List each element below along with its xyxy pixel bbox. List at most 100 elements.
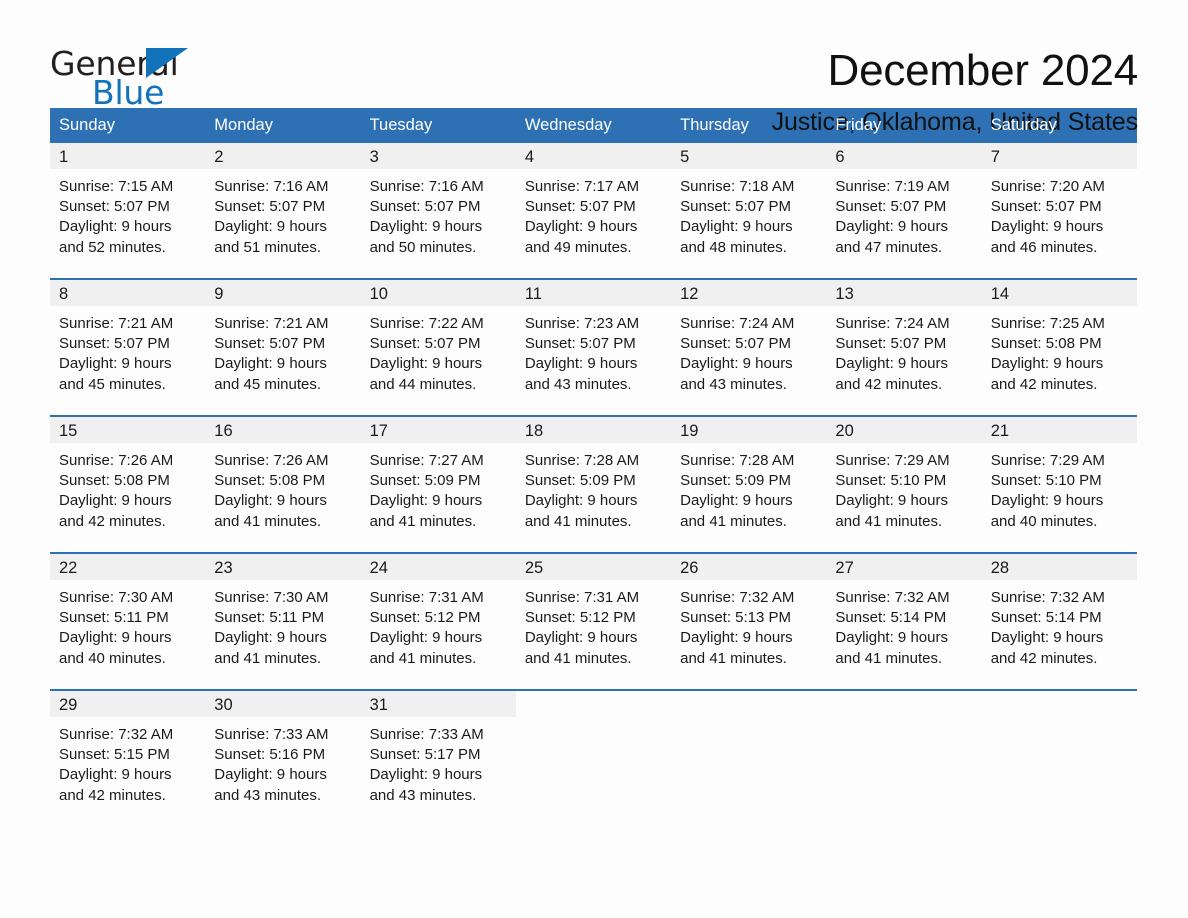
daylight-text-line1: Daylight: 9 hours: [524, 218, 638, 236]
sunrise-text: Sunrise: 7:30 AM: [59, 589, 174, 606]
sunset-text: Sunset: 5:07 PM: [59, 335, 170, 353]
calendar-day-cell[interactable]: 19 Sunrise: 7:28 AM Sunset: 5:09 PM Dayligh…: [671, 417, 827, 552]
day-number: 1: [50, 143, 206, 169]
calendar-day-cell[interactable]: 7 Sunrise: 7:20 AM Sunset: 5:07 PM Daylight…: [981, 143, 1137, 278]
daylight-text-line1: Daylight: 9 hours: [369, 218, 483, 236]
calendar-day-cell[interactable]: 27 Sunrise: 7:32 AM Sunset: 5:14 PM Dayligh…: [826, 554, 982, 689]
calendar-day-cell[interactable]: 12 Sunrise: 7:24 AM Sunset: 5:07 PM Dayligh…: [671, 280, 827, 415]
weekday-header-row: Sunday Monday Tuesday Wednesday Thursday…: [50, 108, 1137, 143]
sunrise-text: Sunrise: 7:31 AM: [524, 589, 640, 606]
weekday-header-saturday: Saturday: [990, 116, 1057, 134]
calendar-day-cell[interactable]: 15 Sunrise: 7:26 AM Sunset: 5:08 PM Dayligh…: [50, 417, 206, 552]
day-details: Sunrise: 7:31 AM Sunset: 5:12 PM Daylight:…: [516, 580, 671, 669]
sunrise-text: Sunrise: 7:17 AM: [524, 178, 640, 195]
daylight-text-line2: and 41 minutes.: [680, 649, 787, 667]
calendar-day-cell[interactable]: 3 Sunrise: 7:16 AM Sunset: 5:07 PM Daylight…: [360, 143, 516, 278]
calendar-day-cell[interactable]: 8 Sunrise: 7:21 AM Sunset: 5:07 PM Daylight…: [50, 280, 206, 415]
day-number: 6: [826, 143, 982, 169]
day-number: 27: [826, 554, 982, 580]
day-number: 13: [826, 280, 982, 306]
sunrise-text: Sunrise: 7:29 AM: [990, 452, 1105, 469]
calendar-day-cell[interactable]: 30 Sunrise: 7:33 AM Sunset: 5:16 PM Dayligh…: [205, 691, 361, 804]
day-number: [826, 691, 981, 717]
calendar-day-cell[interactable]: 24 Sunrise: 7:31 AM Sunset: 5:12 PM Dayligh…: [360, 554, 516, 689]
sunrise-text: Sunrise: 7:32 AM: [835, 589, 950, 606]
calendar-day-cell[interactable]: 2 Sunrise: 7:16 AM Sunset: 5:07 PM Daylight…: [205, 143, 361, 278]
calendar-weeks: 1 Sunrise: 7:15 AM Sunset: 5:07 PM Daylight…: [50, 143, 1137, 804]
calendar-day-cell-empty: [826, 691, 981, 801]
calendar-day-cell[interactable]: 16 Sunrise: 7:26 AM Sunset: 5:08 PM Dayligh…: [205, 417, 361, 552]
daylight-text-line1: Daylight: 9 hours: [59, 766, 172, 784]
sunrise-text: Sunrise: 7:18 AM: [680, 178, 795, 195]
daylight-text-line1: Daylight: 9 hours: [369, 629, 483, 647]
daylight-text-line2: and 41 minutes.: [214, 649, 322, 667]
sunset-text: Sunset: 5:07 PM: [524, 335, 636, 353]
calendar-day-cell[interactable]: 21 Sunrise: 7:29 AM Sunset: 5:10 PM Dayligh…: [981, 417, 1137, 552]
generalblue-logo[interactable]: General Blue: [50, 44, 200, 111]
day-number: 21: [981, 417, 1137, 443]
calendar-day-cell[interactable]: 25 Sunrise: 7:31 AM Sunset: 5:12 PM Dayligh…: [515, 554, 672, 689]
calendar-day-cell[interactable]: 1 Sunrise: 7:15 AM Sunset: 5:07 PM Daylight…: [50, 143, 206, 278]
sunrise-text: Sunrise: 7:32 AM: [59, 726, 174, 743]
calendar-day-cell[interactable]: 26 Sunrise: 7:32 AM Sunset: 5:13 PM Dayligh…: [671, 554, 827, 689]
calendar-day-cell[interactable]: 14 Sunrise: 7:25 AM Sunset: 5:08 PM Dayligh…: [981, 280, 1137, 415]
calendar-day-cell[interactable]: 23 Sunrise: 7:30 AM Sunset: 5:11 PM Dayligh…: [205, 554, 361, 689]
daylight-text-line2: and 41 minutes.: [835, 512, 943, 530]
sunset-text: Sunset: 5:07 PM: [680, 335, 792, 353]
daylight-text-line2: and 41 minutes.: [680, 512, 787, 530]
day-number: 3: [360, 143, 516, 169]
daylight-text-line1: Daylight: 9 hours: [59, 629, 172, 647]
calendar-day-cell-empty: [516, 691, 671, 801]
daylight-text-line2: and 42 minutes.: [990, 649, 1098, 667]
sunset-text: Sunset: 5:11 PM: [59, 609, 169, 627]
day-details: Sunrise: 7:33 AM Sunset: 5:17 PM Daylight:…: [361, 717, 516, 806]
calendar-day-cell[interactable]: 9 Sunrise: 7:21 AM Sunset: 5:07 PM Daylight…: [205, 280, 361, 415]
day-details: Sunrise: 7:21 AM Sunset: 5:07 PM Daylight:…: [205, 306, 360, 395]
daylight-text-line2: and 44 minutes.: [369, 375, 477, 393]
day-number: [982, 691, 1137, 717]
daylight-text-line1: Daylight: 9 hours: [214, 629, 327, 647]
day-details: Sunrise: 7:33 AM Sunset: 5:16 PM Daylight:…: [205, 717, 360, 806]
sunset-text: Sunset: 5:09 PM: [524, 472, 636, 490]
daylight-text-line2: and 41 minutes.: [524, 512, 632, 530]
calendar-day-cell[interactable]: 22 Sunrise: 7:30 AM Sunset: 5:11 PM Dayligh…: [50, 554, 206, 689]
day-details: [826, 717, 981, 725]
day-number: 20: [826, 417, 982, 443]
calendar-day-cell[interactable]: 31 Sunrise: 7:33 AM Sunset: 5:17 PM Dayligh…: [360, 691, 516, 804]
calendar-day-cell[interactable]: 29 Sunrise: 7:32 AM Sunset: 5:15 PM Dayligh…: [50, 691, 206, 804]
daylight-text-line1: Daylight: 9 hours: [835, 355, 948, 373]
weekday-header-sunday: Sunday: [59, 116, 115, 134]
weekday-header-monday: Monday: [214, 116, 273, 134]
sunrise-text: Sunrise: 7:25 AM: [990, 315, 1105, 332]
day-number: 8: [50, 280, 206, 306]
sunset-text: Sunset: 5:07 PM: [680, 198, 792, 216]
daylight-text-line1: Daylight: 9 hours: [680, 218, 793, 236]
sunset-text: Sunset: 5:10 PM: [835, 472, 947, 490]
sunset-text: Sunset: 5:14 PM: [835, 609, 947, 627]
calendar-week-row: 15 Sunrise: 7:26 AM Sunset: 5:08 PM Dayligh…: [50, 415, 1137, 552]
day-details: Sunrise: 7:20 AM Sunset: 5:07 PM Daylight:…: [982, 169, 1137, 258]
calendar-day-cell[interactable]: 6 Sunrise: 7:19 AM Sunset: 5:07 PM Daylight…: [826, 143, 982, 278]
day-details: [516, 717, 671, 725]
calendar-day-cell[interactable]: 18 Sunrise: 7:28 AM Sunset: 5:09 PM Dayligh…: [515, 417, 672, 552]
daylight-text-line2: and 42 minutes.: [835, 375, 943, 393]
day-details: Sunrise: 7:24 AM Sunset: 5:07 PM Daylight:…: [826, 306, 981, 395]
sunrise-text: Sunrise: 7:33 AM: [369, 726, 484, 743]
day-details: Sunrise: 7:32 AM Sunset: 5:13 PM Daylight:…: [671, 580, 826, 669]
calendar-day-cell[interactable]: 28 Sunrise: 7:32 AM Sunset: 5:14 PM Dayligh…: [981, 554, 1137, 689]
daylight-text-line2: and 42 minutes.: [990, 375, 1098, 393]
calendar-day-cell[interactable]: 10 Sunrise: 7:22 AM Sunset: 5:07 PM Dayligh…: [360, 280, 516, 415]
calendar-day-cell[interactable]: 20 Sunrise: 7:29 AM Sunset: 5:10 PM Dayligh…: [826, 417, 982, 552]
weekday-header-tuesday: Tuesday: [369, 116, 433, 134]
calendar-day-cell[interactable]: 4 Sunrise: 7:17 AM Sunset: 5:07 PM Daylight…: [515, 143, 672, 278]
calendar-day-cell[interactable]: 13 Sunrise: 7:24 AM Sunset: 5:07 PM Dayligh…: [826, 280, 982, 415]
sunrise-text: Sunrise: 7:16 AM: [214, 178, 329, 195]
calendar-day-cell[interactable]: 11 Sunrise: 7:23 AM Sunset: 5:07 PM Dayligh…: [515, 280, 672, 415]
sunrise-text: Sunrise: 7:15 AM: [59, 178, 174, 195]
daylight-text-line1: Daylight: 9 hours: [680, 492, 793, 510]
daylight-text-line2: and 41 minutes.: [524, 649, 632, 667]
day-details: Sunrise: 7:32 AM Sunset: 5:15 PM Daylight:…: [50, 717, 205, 806]
calendar-day-cell[interactable]: 5 Sunrise: 7:18 AM Sunset: 5:07 PM Daylight…: [671, 143, 827, 278]
calendar-day-cell[interactable]: 17 Sunrise: 7:27 AM Sunset: 5:09 PM Dayligh…: [360, 417, 516, 552]
sunrise-text: Sunrise: 7:27 AM: [369, 452, 484, 469]
